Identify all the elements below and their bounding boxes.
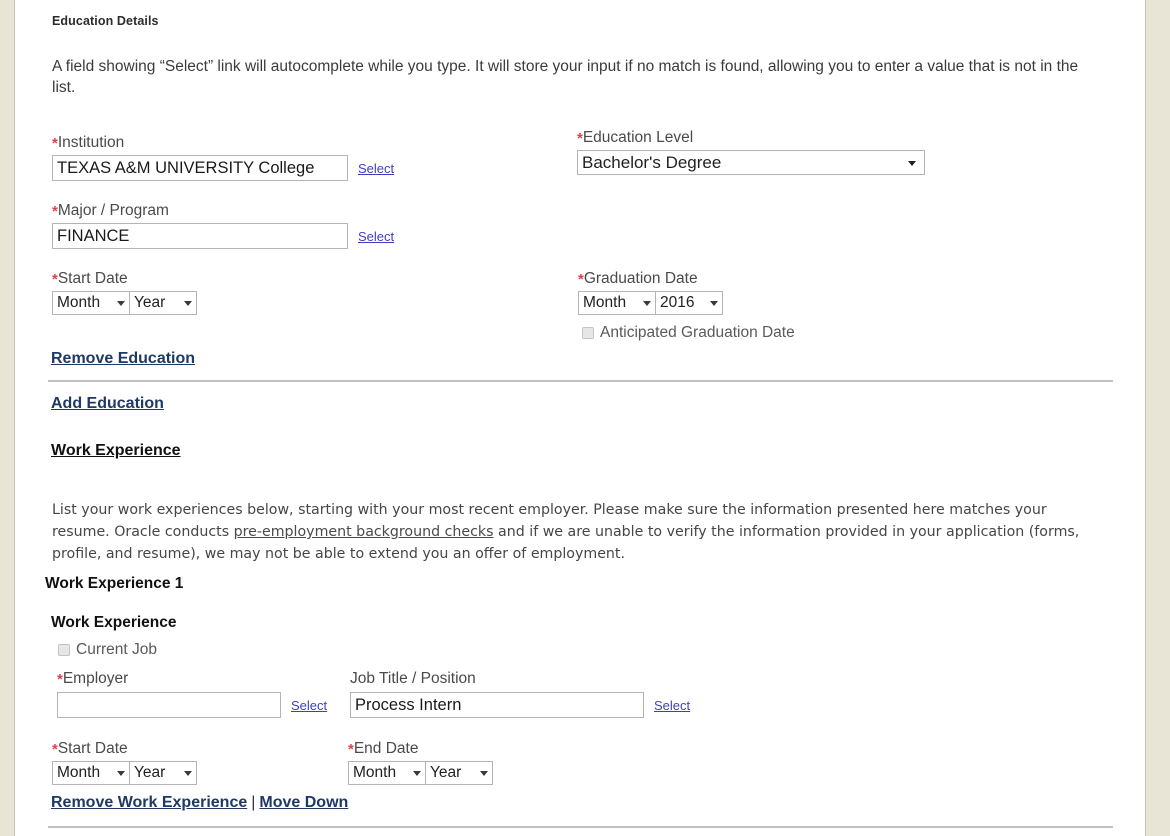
divider-education [48,380,1113,382]
employer-input[interactable] [57,692,281,718]
graduation-date-label-text: Graduation Date [583,270,698,287]
institution-label-text: Institution [57,134,125,151]
job-title-select-link[interactable]: Select [654,698,690,713]
add-education-link[interactable]: Add Education [51,395,164,413]
work-experience-actions: Remove Work Experience | Move Down [51,794,348,812]
chevron-down-icon [480,771,488,776]
job-title-input[interactable] [350,692,644,718]
education-start-date-label-text: Start Date [57,270,128,287]
graduation-date-selects: Month 2016 [578,291,795,315]
education-start-year-select[interactable]: Year [129,291,197,315]
graduation-date-label: *Graduation Date [578,270,795,288]
education-start-month-select[interactable]: Month [52,291,130,315]
chevron-down-icon [908,160,916,166]
education-start-month-value: Month [57,294,101,311]
employer-field-group: *Employer Select [57,670,327,718]
remove-education-link[interactable]: Remove Education [51,350,195,368]
current-job-checkbox[interactable] [58,644,70,656]
education-level-label: *Education Level [577,129,925,147]
work-experience-entry-subtitle: Work Experience [51,614,177,631]
work-start-date-selects: Month Year [52,761,197,785]
education-level-select[interactable]: Bachelor's Degree [577,150,925,175]
job-title-label-text: Job Title / Position [350,670,476,687]
work-start-year-select[interactable]: Year [129,761,197,785]
job-title-label: Job Title / Position [350,670,690,688]
education-start-year-value: Year [134,294,166,311]
major-label: *Major / Program [52,202,394,220]
page-title: Education Details [52,14,159,28]
work-start-date-label-text: Start Date [57,740,128,757]
chevron-down-icon [413,771,421,776]
anticipated-graduation-checkbox[interactable] [582,327,594,339]
graduation-date-group: *Graduation Date Month 2016 Anticipated … [578,270,795,342]
institution-label: *Institution [52,134,394,152]
job-title-field-group: Job Title / Position Select [350,670,690,718]
work-start-month-select[interactable]: Month [52,761,130,785]
divider-work-experience [48,826,1113,828]
employer-label: *Employer [57,670,327,688]
work-end-date-label-text: End Date [353,740,419,757]
anticipated-graduation-label: Anticipated Graduation Date [600,324,795,341]
chevron-down-icon [184,771,192,776]
chevron-down-icon [710,301,718,306]
institution-select-link[interactable]: Select [358,161,394,176]
major-field-group: *Major / Program Select [52,202,394,249]
remove-work-experience-link[interactable]: Remove Work Experience [51,794,247,812]
work-start-date-label: *Start Date [52,740,197,758]
employer-select-link[interactable]: Select [291,698,327,713]
work-end-year-select[interactable]: Year [425,761,493,785]
education-level-label-text: Education Level [582,129,694,146]
work-end-date-group: *End Date Month Year [348,740,493,785]
work-start-month-value: Month [57,764,101,781]
current-job-checkbox-row[interactable]: Current Job [58,641,157,659]
education-level-value: Bachelor's Degree [582,153,722,172]
move-down-link[interactable]: Move Down [259,794,348,812]
graduation-month-value: Month [583,294,627,311]
graduation-year-select[interactable]: 2016 [655,291,723,315]
background-checks-link[interactable]: pre-employment background checks [234,524,494,540]
anticipated-graduation-checkbox-row[interactable]: Anticipated Graduation Date [582,324,795,342]
graduation-month-select[interactable]: Month [578,291,656,315]
institution-input[interactable] [52,155,348,181]
education-level-field-group: *Education Level Bachelor's Degree [577,129,925,175]
work-end-date-label: *End Date [348,740,493,758]
education-start-date-selects: Month Year [52,291,197,315]
work-end-year-value: Year [430,764,462,781]
work-experience-description: List your work experiences below, starti… [52,499,1107,565]
chevron-down-icon [117,301,125,306]
education-start-date-group: *Start Date Month Year [52,270,197,315]
major-input[interactable] [52,223,348,249]
current-job-label: Current Job [76,641,157,658]
chevron-down-icon [117,771,125,776]
employer-label-text: Employer [62,670,129,687]
action-separator: | [251,794,256,811]
work-experience-heading[interactable]: Work Experience [51,442,181,460]
graduation-year-value: 2016 [660,294,695,311]
intro-text: A field showing “Select” link will autoc… [52,58,1079,96]
institution-field-group: *Institution Select [52,134,394,181]
page-background: Education Details A field showing “Selec… [0,0,1170,836]
major-select-link[interactable]: Select [358,229,394,244]
work-experience-entry-title: Work Experience 1 [45,575,184,592]
form-panel: Education Details A field showing “Selec… [22,0,1137,836]
chevron-down-icon [643,301,651,306]
work-end-date-selects: Month Year [348,761,493,785]
work-start-date-group: *Start Date Month Year [52,740,197,785]
work-end-month-value: Month [353,764,397,781]
work-end-month-select[interactable]: Month [348,761,426,785]
education-start-date-label: *Start Date [52,270,197,288]
major-label-text: Major / Program [57,202,169,219]
chevron-down-icon [184,301,192,306]
work-start-year-value: Year [134,764,166,781]
